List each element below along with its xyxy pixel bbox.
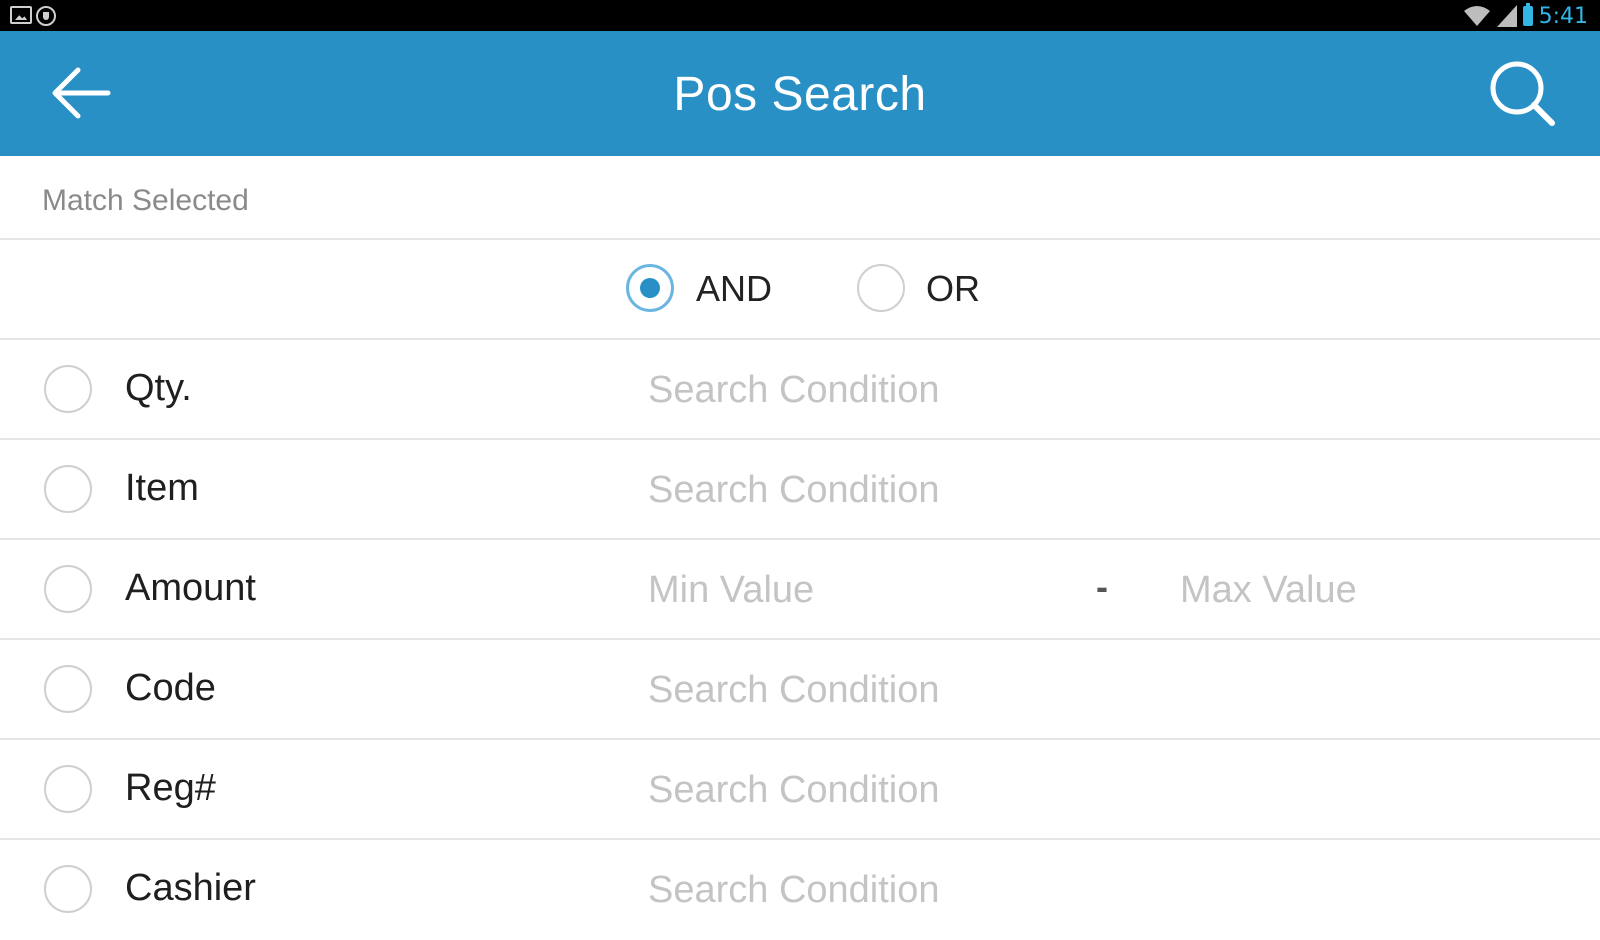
condition-row-qty: Qty.	[0, 340, 1600, 440]
battery-icon	[1522, 3, 1533, 26]
clock: 5:41	[1538, 3, 1588, 29]
search-button[interactable]	[1484, 53, 1564, 133]
condition-row-reg: Reg#	[0, 740, 1600, 840]
item-label: Item	[125, 467, 199, 509]
reg-label: Reg#	[125, 767, 216, 809]
cashier-radio[interactable]	[44, 865, 92, 913]
cashier-label: Cashier	[125, 867, 256, 909]
reg-search-input[interactable]	[648, 762, 1548, 818]
item-search-input[interactable]	[648, 462, 1548, 518]
code-radio[interactable]	[44, 665, 92, 713]
condition-row-cashier: Cashier	[0, 840, 1600, 940]
system-icons: 5:41	[1463, 3, 1588, 29]
or-label[interactable]: OR	[926, 268, 980, 310]
wifi-icon	[1463, 6, 1490, 26]
search-icon	[1490, 61, 1555, 126]
reg-radio[interactable]	[44, 765, 92, 813]
amount-min-input[interactable]	[648, 562, 1048, 618]
qty-search-input[interactable]	[648, 362, 1548, 418]
and-radio[interactable]	[626, 264, 674, 312]
amount-max-input[interactable]	[1180, 562, 1560, 618]
condition-row-amount: Amount -	[0, 540, 1600, 640]
or-radio[interactable]	[857, 264, 905, 312]
amount-label: Amount	[125, 567, 256, 609]
qty-radio[interactable]	[44, 365, 92, 413]
range-separator: -	[1096, 566, 1108, 607]
amount-radio[interactable]	[44, 565, 92, 613]
status-bar: 5:41	[0, 0, 1600, 31]
app-bar: Pos Search	[0, 31, 1600, 156]
match-section-header: Match Selected	[0, 156, 1600, 240]
cashier-search-input[interactable]	[648, 862, 1548, 918]
shield-icon	[36, 6, 56, 26]
match-mode-selector: AND OR	[0, 240, 1600, 340]
image-icon	[10, 6, 32, 24]
condition-row-item: Item	[0, 440, 1600, 540]
signal-icon	[1496, 5, 1517, 27]
item-radio[interactable]	[44, 465, 92, 513]
match-header-label: Match Selected	[42, 184, 249, 217]
code-search-input[interactable]	[648, 662, 1548, 718]
notification-icons	[10, 6, 56, 26]
qty-label: Qty.	[125, 367, 192, 409]
page-title: Pos Search	[673, 68, 927, 121]
and-label[interactable]: AND	[696, 268, 772, 310]
condition-row-code: Code	[0, 640, 1600, 740]
code-label: Code	[125, 667, 216, 709]
